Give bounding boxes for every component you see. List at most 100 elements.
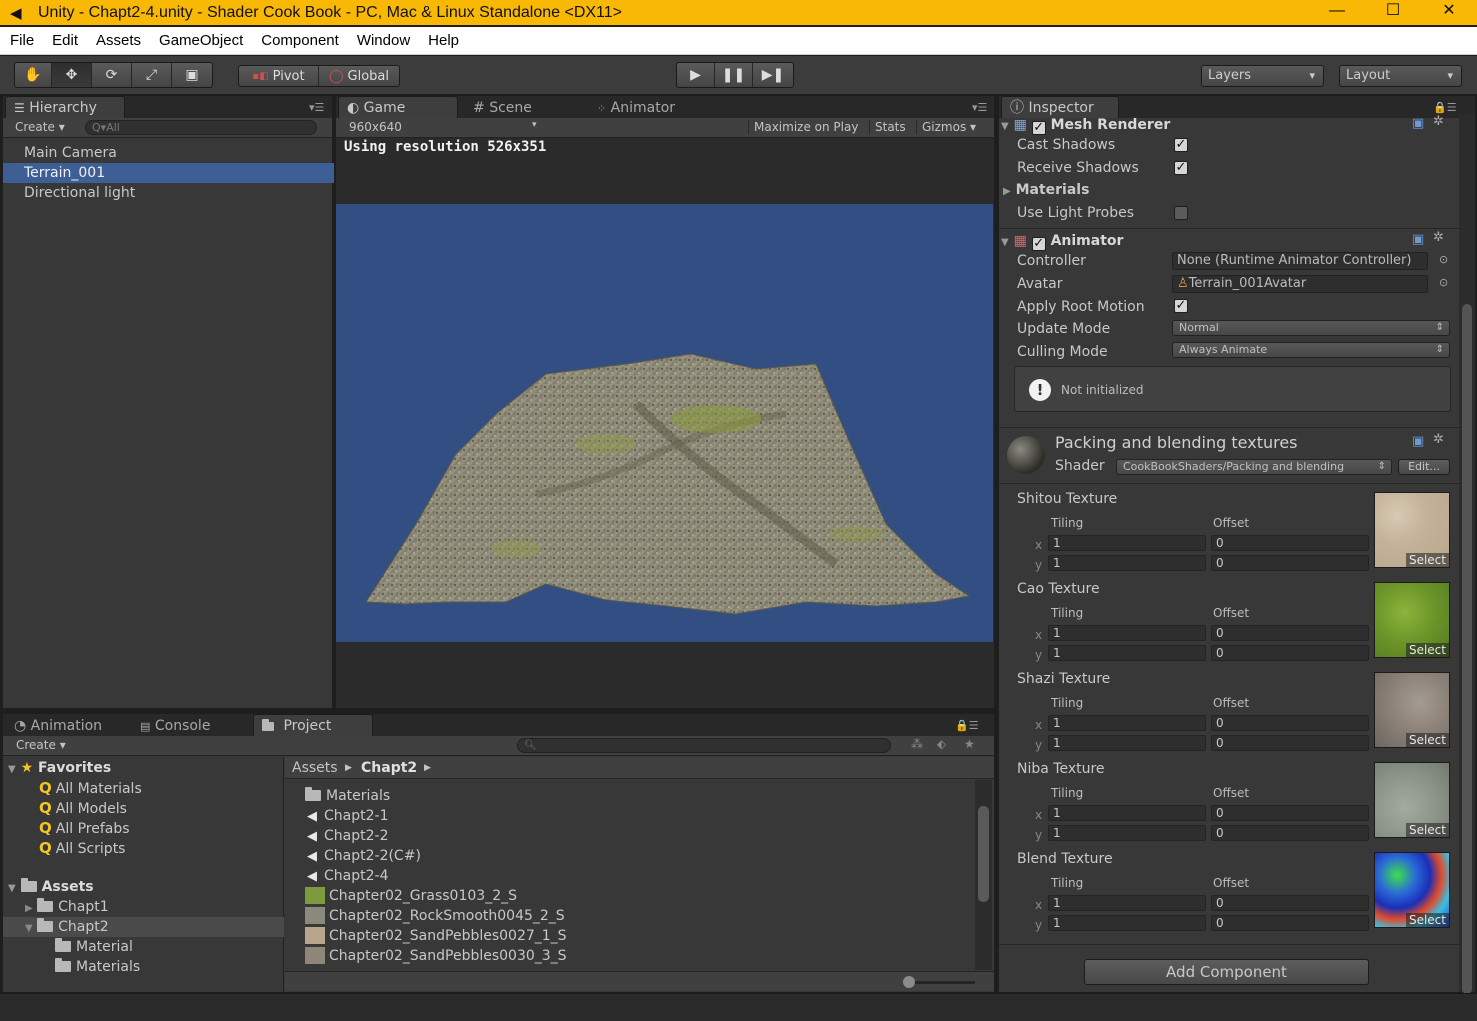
help-icon[interactable]: ▣ — [1412, 434, 1424, 449]
blend-select-button[interactable]: Select — [1405, 913, 1449, 927]
pivot-toggle[interactable]: ▪◧ Pivot — [239, 66, 319, 86]
mesh-renderer-header[interactable]: ▼ ▦ ✓ Mesh Renderer — [1001, 114, 1457, 136]
file-texture-grass[interactable]: Chapter02_Grass0103_2_S — [305, 886, 517, 906]
folder-material[interactable]: Material — [55, 937, 133, 957]
maximize-on-play-toggle[interactable]: Maximize on Play — [748, 120, 858, 134]
shader-edit-button[interactable]: Edit... — [1398, 459, 1450, 475]
folder-chapt1[interactable]: ▶ Chapt1 — [25, 897, 109, 917]
filter-by-label-icon[interactable]: ⬖ — [937, 737, 946, 751]
shitou-offset-x[interactable]: 0 — [1211, 535, 1369, 551]
object-picker-icon[interactable]: ⊙ — [1439, 253, 1448, 266]
cao-offset-x[interactable]: 0 — [1211, 625, 1369, 641]
niba-texture-thumbnail[interactable]: Select — [1374, 762, 1450, 838]
filter-by-type-icon[interactable]: ⁂ — [911, 737, 923, 751]
menu-assets[interactable]: Assets — [87, 32, 150, 49]
stats-toggle[interactable]: Stats — [869, 120, 906, 134]
folder-chapt2[interactable]: ▼ Chapt2 — [25, 917, 109, 937]
blend-tiling-y[interactable]: 1 — [1048, 915, 1206, 931]
icon-size-slider-thumb[interactable] — [903, 976, 915, 988]
mesh-renderer-enabled-checkbox[interactable]: ✓ — [1031, 121, 1046, 135]
niba-offset-x[interactable]: 0 — [1211, 805, 1369, 821]
project-scrollbar[interactable] — [975, 780, 992, 970]
file-scene-chapt2-2-cs[interactable]: ◀ Chapt2-2(C#) — [307, 846, 421, 866]
pause-button[interactable]: ❚❚ — [715, 63, 753, 87]
favorite-all-materials[interactable]: Q All Materials — [39, 778, 142, 798]
menu-gameobject[interactable]: GameObject — [150, 32, 252, 49]
hierarchy-item-main-camera[interactable]: Main Camera — [3, 143, 334, 163]
blend-offset-y[interactable]: 0 — [1211, 915, 1369, 931]
shazi-tiling-x[interactable]: 1 — [1048, 715, 1206, 731]
close-button[interactable]: ✕ — [1421, 0, 1477, 25]
shitou-tiling-y[interactable]: 1 — [1048, 555, 1206, 571]
icon-size-slider-track[interactable] — [905, 981, 975, 984]
file-scene-chapt2-1[interactable]: ◀ Chapt2-1 — [307, 806, 388, 826]
menu-file[interactable]: File — [0, 32, 43, 49]
shitou-tiling-x[interactable]: 1 — [1048, 535, 1206, 551]
avatar-field[interactable]: ♙Terrain_001Avatar — [1172, 275, 1428, 293]
materials-foldout[interactable]: ▶ Materials — [1003, 179, 1089, 201]
gizmos-dropdown[interactable]: Gizmos ▾ — [916, 120, 976, 134]
shader-dropdown[interactable]: CookBookShaders/Packing and blending — [1116, 459, 1392, 475]
tab-animation[interactable]: ◔ Animation — [5, 714, 125, 736]
animator-enabled-checkbox[interactable]: ✓ — [1031, 237, 1046, 251]
menu-edit[interactable]: Edit — [43, 32, 87, 49]
receive-shadows-checkbox[interactable]: ✓ — [1174, 161, 1188, 175]
hierarchy-item-directional-light[interactable]: Directional light — [3, 183, 334, 203]
tab-console[interactable]: ▤ Console — [131, 714, 241, 736]
project-search-input[interactable]: 🔍︎ — [517, 738, 891, 753]
breadcrumb-assets[interactable]: Assets — [292, 757, 338, 779]
animator-header[interactable]: ▼ ▦ ✓ Animator — [1001, 230, 1457, 252]
niba-tiling-x[interactable]: 1 — [1048, 805, 1206, 821]
rect-tool-button[interactable]: ▣ — [172, 63, 212, 87]
favorite-star-icon[interactable]: ★ — [964, 737, 975, 751]
step-button[interactable]: ▶❚ — [753, 63, 793, 87]
file-scene-chapt2-4[interactable]: ◀ Chapt2-4 — [307, 866, 388, 886]
global-toggle[interactable]: ◯ Global — [319, 66, 399, 86]
menu-help[interactable]: Help — [419, 32, 468, 49]
use-light-probes-checkbox[interactable]: ✓ — [1174, 206, 1188, 220]
project-panel-menu-icon[interactable]: 🔒☰ — [955, 719, 979, 732]
file-scene-chapt2-2[interactable]: ◀ Chapt2-2 — [307, 826, 388, 846]
tab-scene[interactable]: # Scene — [464, 96, 574, 118]
object-picker-icon[interactable]: ⊙ — [1439, 276, 1448, 289]
layout-dropdown[interactable]: Layout — [1339, 65, 1462, 87]
blend-tiling-x[interactable]: 1 — [1048, 895, 1206, 911]
controller-field[interactable]: None (Runtime Animator Controller) — [1172, 252, 1428, 270]
file-texture-rocksmooth[interactable]: Chapter02_RockSmooth0045_2_S — [305, 906, 565, 926]
hand-tool-button[interactable]: ✋ — [15, 63, 52, 87]
tab-game[interactable]: ◐ Game — [338, 96, 458, 118]
menu-component[interactable]: Component — [252, 32, 348, 49]
tab-project[interactable]: Project — [253, 714, 373, 736]
cao-offset-y[interactable]: 0 — [1211, 645, 1369, 661]
rotate-tool-button[interactable]: ⟳ — [92, 63, 132, 87]
layers-dropdown[interactable]: Layers — [1201, 65, 1324, 87]
favorite-all-models[interactable]: Q All Models — [39, 798, 127, 818]
niba-tiling-y[interactable]: 1 — [1048, 825, 1206, 841]
folder-materials[interactable]: Materials — [55, 957, 140, 977]
inspector-scroll-thumb[interactable] — [1462, 304, 1472, 994]
hierarchy-create-button[interactable]: Create ▾ — [15, 120, 65, 134]
project-create-button[interactable]: Create ▾ — [16, 738, 66, 752]
hierarchy-item-terrain[interactable]: Terrain_001 — [3, 163, 334, 183]
blend-texture-thumbnail[interactable]: Select — [1374, 852, 1450, 928]
blend-offset-x[interactable]: 0 — [1211, 895, 1369, 911]
cao-texture-thumbnail[interactable]: Select — [1374, 582, 1450, 658]
hierarchy-search-input[interactable]: Q▾All — [85, 120, 317, 135]
inspector-scrollbar[interactable] — [1459, 114, 1475, 994]
help-icon[interactable]: ▣ — [1412, 116, 1424, 131]
game-viewport[interactable] — [336, 204, 993, 642]
cao-tiling-x[interactable]: 1 — [1048, 625, 1206, 641]
play-button[interactable]: ▶ — [677, 63, 715, 87]
settings-gear-icon[interactable]: ✲ — [1433, 230, 1444, 245]
shazi-select-button[interactable]: Select — [1405, 733, 1449, 747]
scale-tool-button[interactable]: ⤢ — [132, 63, 172, 87]
settings-gear-icon[interactable]: ✲ — [1433, 432, 1444, 447]
favorite-all-prefabs[interactable]: Q All Prefabs — [39, 818, 130, 838]
cao-select-button[interactable]: Select — [1405, 643, 1449, 657]
cao-tiling-y[interactable]: 1 — [1048, 645, 1206, 661]
minimize-button[interactable]: — — [1309, 0, 1365, 25]
shazi-tiling-y[interactable]: 1 — [1048, 735, 1206, 751]
culling-mode-dropdown[interactable]: Always Animate — [1172, 342, 1450, 358]
shazi-offset-y[interactable]: 0 — [1211, 735, 1369, 751]
shazi-texture-thumbnail[interactable]: Select — [1374, 672, 1450, 748]
